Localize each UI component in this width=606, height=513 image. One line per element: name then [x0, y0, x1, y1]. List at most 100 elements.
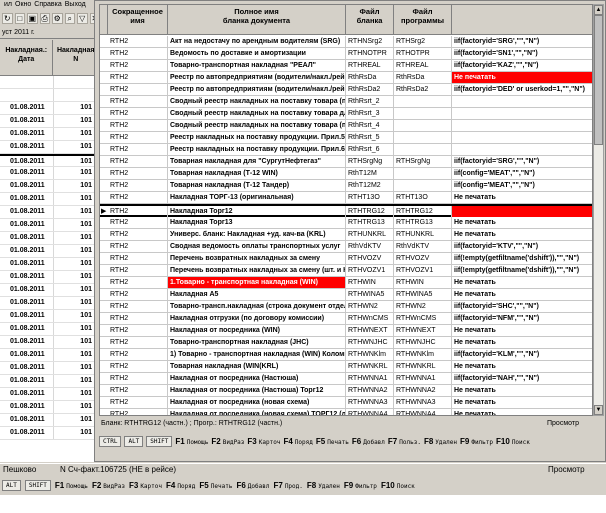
header-short-name[interactable]: Сокращенное имя — [108, 5, 168, 35]
invoice-grid[interactable]: Накладная.: Дата Накладная N 01.08.2011 1… — [0, 40, 100, 462]
invoice-row[interactable]: 01.08.2011 101 — [0, 128, 99, 141]
invoice-row[interactable]: 01.08.2011 101 — [0, 141, 99, 154]
print-form-row[interactable]: RTH2 Товарная накладная (Т-12 WIN) RthT12M… — [100, 168, 592, 180]
fkey-f1-button[interactable]: F1 Помощь — [175, 437, 208, 446]
invoice-row[interactable]: 01.08.2011 101 — [0, 232, 99, 245]
fkey-f9-button[interactable]: F9 Фильтр — [460, 437, 493, 446]
invoice-row[interactable]: 01.08.2011 101 — [0, 180, 99, 193]
fkey-f10-button[interactable]: F10 Поиск — [496, 437, 530, 446]
modifier-shift-button[interactable]: SHIFT — [146, 435, 173, 447]
print-form-row[interactable]: RTH2 Товарно-транспортная накладная (JHC)… — [100, 337, 592, 349]
print-form-row[interactable]: RTH2 Реестр по автопредприятиям (водители… — [100, 84, 592, 96]
new-doc-icon[interactable]: □ — [14, 12, 25, 24]
vertical-scrollbar[interactable]: ▲ ▼ — [593, 4, 604, 416]
search-icon[interactable]: ⌕ — [64, 12, 75, 24]
invoice-row[interactable]: 01.08.2011 101 — [0, 115, 99, 128]
header-condition[interactable] — [452, 5, 592, 35]
modifier-alt-button[interactable]: ALT — [2, 480, 21, 491]
scroll-up-icon[interactable]: ▲ — [594, 5, 603, 15]
modifier-shift-button[interactable]: SHIFT — [24, 480, 51, 491]
fkey-f4-button[interactable]: F4 Поряд — [166, 481, 195, 490]
menu-item[interactable]: Справка — [34, 0, 61, 10]
print-form-row[interactable]: RTH2 Сводная ведомость оплаты транспортны… — [100, 241, 592, 253]
print-form-row[interactable]: RTH2 Накладная ТОРГ-13 (оригинальная) RTHT… — [100, 192, 592, 204]
print-form-row[interactable]: RTH2 Товарная накладная (WIN(KRL) RTHWNKRL… — [100, 361, 592, 373]
fkey-f10-button[interactable]: F10 Поиск — [381, 481, 415, 490]
fkey-f1-button[interactable]: F1 Помощь — [55, 481, 88, 490]
invoice-row[interactable] — [0, 76, 99, 89]
invoice-row[interactable]: 01.08.2011 101 — [0, 297, 99, 310]
fkey-f2-button[interactable]: F2 ВидРаз — [92, 481, 125, 490]
print-form-row[interactable]: RTH2 Универс. бланк: Накладная +уд. кач-в… — [100, 229, 592, 241]
print-form-row[interactable]: RTH2 Накладная А5 RTHWINA5 RTHWINA5 Не печат… — [100, 289, 592, 301]
fkey-f2-button[interactable]: F2 ВидРаз — [211, 437, 244, 446]
refresh-icon[interactable]: ↻ — [2, 12, 13, 24]
fkey-f4-button[interactable]: F4 Поряд — [283, 437, 312, 446]
fkey-f5-button[interactable]: F5 Печать — [316, 437, 349, 446]
invoice-row[interactable]: 01.08.2011 101 — [0, 401, 99, 414]
fkey-f5-button[interactable]: F5 Печать — [199, 481, 232, 490]
invoice-row[interactable]: 01.08.2011 101 — [0, 427, 99, 440]
fkey-f3-button[interactable]: F3 Карточ — [247, 437, 280, 446]
print-form-row[interactable]: RTH2 Сводный реестр накладных на поставку… — [100, 96, 592, 108]
print-form-row[interactable]: RTH2 Акт на недостачу по арендным водител… — [100, 36, 592, 48]
header-program-file[interactable]: Файл программы — [394, 5, 452, 35]
print-form-row[interactable]: RTH2 Накладная от посредника (новая схема… — [100, 397, 592, 409]
print-form-row[interactable]: RTH2 Реестр по автопредприятиям (водители… — [100, 72, 592, 84]
print-form-row[interactable]: RTH2 Накладная Торг13 RTHTRG13 RTHTRG13 Не п… — [100, 217, 592, 229]
invoice-row[interactable]: 01.08.2011 101 — [0, 375, 99, 388]
print-form-row[interactable]: RTH2 Накладная от посредника (Настюша) RTH… — [100, 373, 592, 385]
print-form-row[interactable]: RTH2 Накладная от посредника (WIN) RTHWNEX… — [100, 325, 592, 337]
menu-item[interactable]: ил — [4, 0, 12, 10]
invoice-row[interactable]: 01.08.2011 101 — [0, 388, 99, 401]
menu-item[interactable]: Окно — [15, 0, 31, 10]
invoice-row[interactable]: 01.08.2011 101 — [0, 323, 99, 336]
print-form-row[interactable]: RTH2 Реестр накладных на поставку продукц… — [100, 144, 592, 156]
invoice-row[interactable]: 01.08.2011 101 — [0, 414, 99, 427]
invoice-row[interactable]: 01.08.2011 101 — [0, 336, 99, 349]
print-form-row[interactable]: RTH2 Накладная от посредника (новая схема… — [100, 409, 592, 415]
invoice-row[interactable]: 01.08.2011 101 — [0, 154, 99, 167]
header-date[interactable]: Накладная.: Дата — [0, 40, 54, 75]
modifier-alt-button[interactable]: ALT — [124, 435, 144, 447]
modifier-ctrl-button[interactable]: CTRL — [99, 435, 122, 447]
print-form-row[interactable]: RTH2 Накладная отгрузки (по договору коми… — [100, 313, 592, 325]
fkey-f8-button[interactable]: F8 Удален — [424, 437, 457, 446]
menu-item[interactable]: Выход — [65, 0, 86, 10]
scroll-down-icon[interactable]: ▼ — [594, 405, 603, 415]
print-form-row[interactable]: RTH2 Перечень возвратных накладных за сме… — [100, 265, 592, 277]
header-blank-file[interactable]: Файл бланка — [346, 5, 394, 35]
print-icon[interactable]: ⎙ — [39, 12, 50, 24]
invoice-row[interactable]: 01.08.2011 101 — [0, 284, 99, 297]
print-form-row[interactable]: RTH2 Сводный реестр накладных на поставку… — [100, 120, 592, 132]
fkey-f8-button[interactable]: F8 Удален — [307, 481, 340, 490]
filter-icon[interactable]: ▽ — [77, 12, 88, 24]
print-form-row[interactable]: RTH2 Ведомость по доставке и амортизации R… — [100, 48, 592, 60]
fkey-f6-button[interactable]: F6 Добавл — [236, 481, 269, 490]
invoice-row[interactable]: 01.08.2011 101 — [0, 349, 99, 362]
print-form-row[interactable]: RTH2 1) Товарно - транспортная накладная … — [100, 349, 592, 361]
fkey-f7-button[interactable]: F7 Прод. — [273, 481, 302, 490]
invoice-row[interactable]: 01.08.2011 101 — [0, 102, 99, 115]
invoice-row[interactable]: 01.08.2011 101 — [0, 219, 99, 232]
print-form-row[interactable]: RTH2 1.Товарно - транспортная накладная (… — [100, 277, 592, 289]
invoice-row[interactable]: 01.08.2011 101 — [0, 310, 99, 323]
print-form-row[interactable]: RTH2 Сводный реестр накладных на поставку… — [100, 108, 592, 120]
scroll-thumb[interactable] — [594, 15, 603, 145]
print-form-row[interactable]: ▶ RTH2 Накладная Торг12 RTHTRG12 RTHTRG12 — [100, 204, 592, 217]
invoice-row[interactable]: 01.08.2011 101 — [0, 245, 99, 258]
print-form-row[interactable]: RTH2 Перечень возвратных накладных за сме… — [100, 253, 592, 265]
fkey-f9-button[interactable]: F9 Фильтр — [344, 481, 377, 490]
save-icon[interactable]: ▣ — [27, 12, 38, 24]
settings-icon[interactable]: ⚙ — [52, 12, 63, 24]
print-form-row[interactable]: RTH2 Товарно-трансп.накладная (строка док… — [100, 301, 592, 313]
invoice-row[interactable]: 01.08.2011 101 — [0, 362, 99, 375]
fkey-f7-button[interactable]: F7 Польз. — [388, 437, 421, 446]
fkey-f6-button[interactable]: F6 Добавл — [352, 437, 385, 446]
print-form-row[interactable]: RTH2 Товарная накладная для "СургутНефтег… — [100, 156, 592, 168]
invoice-row[interactable]: 01.08.2011 101 — [0, 271, 99, 284]
header-number[interactable]: Накладная N — [53, 40, 99, 75]
print-form-row[interactable]: RTH2 Реестр накладных на поставку продукц… — [100, 132, 592, 144]
invoice-row[interactable]: 01.08.2011 101 — [0, 258, 99, 271]
invoice-row[interactable]: 01.08.2011 101 — [0, 206, 99, 219]
